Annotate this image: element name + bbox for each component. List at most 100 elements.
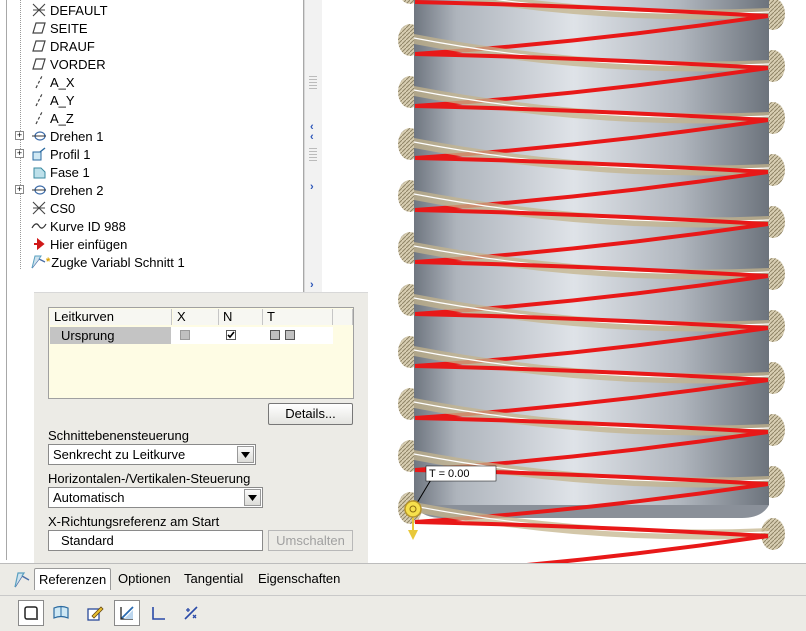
graphics-viewport[interactable]: T = 0.00 xyxy=(322,0,806,576)
direction-arrow-head[interactable] xyxy=(408,530,418,540)
tree-item[interactable]: A_Z xyxy=(30,109,74,127)
section-plane-control-select[interactable]: Senkrecht zu Leitkurve xyxy=(48,444,256,465)
datum-axis-icon xyxy=(30,74,48,90)
datum-plane-icon xyxy=(30,38,48,54)
datum-plane-icon xyxy=(30,20,48,36)
remove-material-button[interactable] xyxy=(114,600,140,626)
thicken-icon xyxy=(152,607,165,620)
tree-item-label: Fase 1 xyxy=(50,164,90,180)
tree-item[interactable]: * Zugke Variabl Schnitt 1 xyxy=(30,253,185,271)
surface-sweep-icon xyxy=(53,605,69,619)
insert-here-arrow-icon xyxy=(30,236,48,252)
sweep-feature-icon xyxy=(14,572,30,588)
surface-sweep-button[interactable] xyxy=(48,600,74,626)
solid-sweep-icon xyxy=(24,606,38,620)
curve-icon xyxy=(30,218,48,234)
revolve-icon xyxy=(30,128,48,144)
hv-control-select[interactable]: Automatisch xyxy=(48,487,263,508)
details-button[interactable]: Details... xyxy=(268,403,353,425)
tree-item-label: Drehen 2 xyxy=(50,182,104,198)
coordinate-system-icon xyxy=(30,200,48,216)
expand-icon[interactable]: + xyxy=(15,185,24,194)
toggle-button[interactable]: Umschalten xyxy=(268,530,353,551)
panel-border xyxy=(6,0,7,560)
tree-item-label: VORDER xyxy=(50,56,106,72)
tree-item[interactable]: VORDER xyxy=(30,55,106,73)
tree-item-label: A_Y xyxy=(50,92,75,108)
t-checkbox[interactable] xyxy=(285,330,295,340)
chevron-down-icon[interactable] xyxy=(237,446,254,463)
tree-item-label: CS0 xyxy=(50,200,76,216)
tree-item[interactable]: Hier einfügen xyxy=(30,235,127,253)
remove-material-icon xyxy=(120,606,134,620)
column-header-spacer xyxy=(333,309,353,325)
dimension-label[interactable]: T = 0.00 xyxy=(429,468,469,480)
tree-item[interactable]: SEITE xyxy=(30,19,88,37)
tab-properties[interactable]: Eigenschaften xyxy=(254,568,344,590)
variable-section-icon xyxy=(184,606,198,620)
tree-item[interactable]: Drehen 2 xyxy=(30,181,103,199)
expand-arrow-icon[interactable]: › xyxy=(310,182,314,193)
column-header-x: X xyxy=(173,309,219,325)
n-checkbox[interactable] xyxy=(226,330,236,340)
tree-item[interactable]: CS0 xyxy=(30,199,75,217)
edit-section-icon xyxy=(87,606,104,621)
tab-references[interactable]: Referenzen xyxy=(34,568,112,590)
tree-item-label: Drehen 1 xyxy=(50,128,104,144)
edit-section-button[interactable] xyxy=(82,600,108,626)
x-direction-field[interactable]: Standard xyxy=(48,530,263,551)
tree-item[interactable]: Kurve ID 988 xyxy=(30,217,126,235)
tab-tangential[interactable]: Tangential xyxy=(180,568,247,590)
tree-item[interactable]: A_X xyxy=(30,73,75,91)
hv-control-value: Automatisch xyxy=(53,490,125,505)
tree-item-label: Profil 1 xyxy=(50,146,91,162)
tree-item-label: Hier einfügen xyxy=(50,236,128,252)
dashboard-tab-bar: Referenzen Optionen Tangential Eigenscha… xyxy=(0,563,806,595)
solid-sweep-button[interactable] xyxy=(18,600,44,626)
datum-axis-icon xyxy=(30,110,48,126)
collapse-arrow-icon[interactable]: ‹ xyxy=(310,132,314,143)
check-icon xyxy=(227,331,235,339)
tab-options[interactable]: Optionen xyxy=(114,568,175,590)
tree-item[interactable]: A_Y xyxy=(30,91,75,109)
expand-icon[interactable]: + xyxy=(15,149,24,158)
tree-item[interactable]: Drehen 1 xyxy=(30,127,103,145)
chamfer-icon xyxy=(30,164,48,180)
scroll-grip[interactable] xyxy=(309,76,317,90)
revolve-icon xyxy=(30,182,48,198)
start-point-handle[interactable] xyxy=(404,500,422,518)
helix-sweep-model: T = 0.00 xyxy=(398,0,785,576)
sketch-profile-icon xyxy=(30,146,48,162)
tree-item[interactable]: DRAUF xyxy=(30,37,95,55)
t-checkbox[interactable] xyxy=(270,330,280,340)
x-checkbox[interactable] xyxy=(180,330,190,340)
tree-item[interactable]: Fase 1 xyxy=(30,163,90,181)
trajectory-curve[interactable] xyxy=(414,520,769,576)
datum-axis-icon xyxy=(30,92,48,108)
tree-item-label: DRAUF xyxy=(50,38,95,54)
datum-plane-icon xyxy=(30,56,48,72)
expand-arrow-icon[interactable]: › xyxy=(310,280,314,291)
tree-item-label: Kurve ID 988 xyxy=(50,218,126,234)
trajectory-name[interactable]: Ursprung xyxy=(50,327,171,344)
feature-toolbar xyxy=(0,595,806,631)
column-header-n: N xyxy=(219,309,263,325)
tree-item-label: Zugke Variabl Schnitt 1 xyxy=(51,254,185,270)
table-row[interactable]: Ursprung xyxy=(50,327,333,344)
hv-control-label: Horizontalen-/Vertikalen-Steuerung xyxy=(48,471,251,486)
tree-item-label: A_X xyxy=(50,74,75,90)
scroll-grip[interactable] xyxy=(309,148,317,162)
column-header-trajectories: Leitkurven xyxy=(50,309,172,325)
thicken-button[interactable] xyxy=(146,600,172,626)
section-plane-control-value: Senkrecht zu Leitkurve xyxy=(53,447,186,462)
references-panel: Leitkurven X N T Ursprung Details... Sch… xyxy=(34,292,368,563)
tree-item[interactable]: Profil 1 xyxy=(30,145,90,163)
expand-icon[interactable]: + xyxy=(15,131,24,140)
tree-item-label: DEFAULT xyxy=(50,2,108,18)
coordinate-system-icon xyxy=(30,2,48,18)
chevron-down-icon[interactable] xyxy=(244,489,261,506)
variable-section-button[interactable] xyxy=(178,600,204,626)
tree-scrollbar[interactable]: ‹ ‹ › › xyxy=(304,0,322,292)
tree-item[interactable]: DEFAULT xyxy=(30,1,108,19)
section-plane-control-label: Schnittebenensteuerung xyxy=(48,428,189,443)
